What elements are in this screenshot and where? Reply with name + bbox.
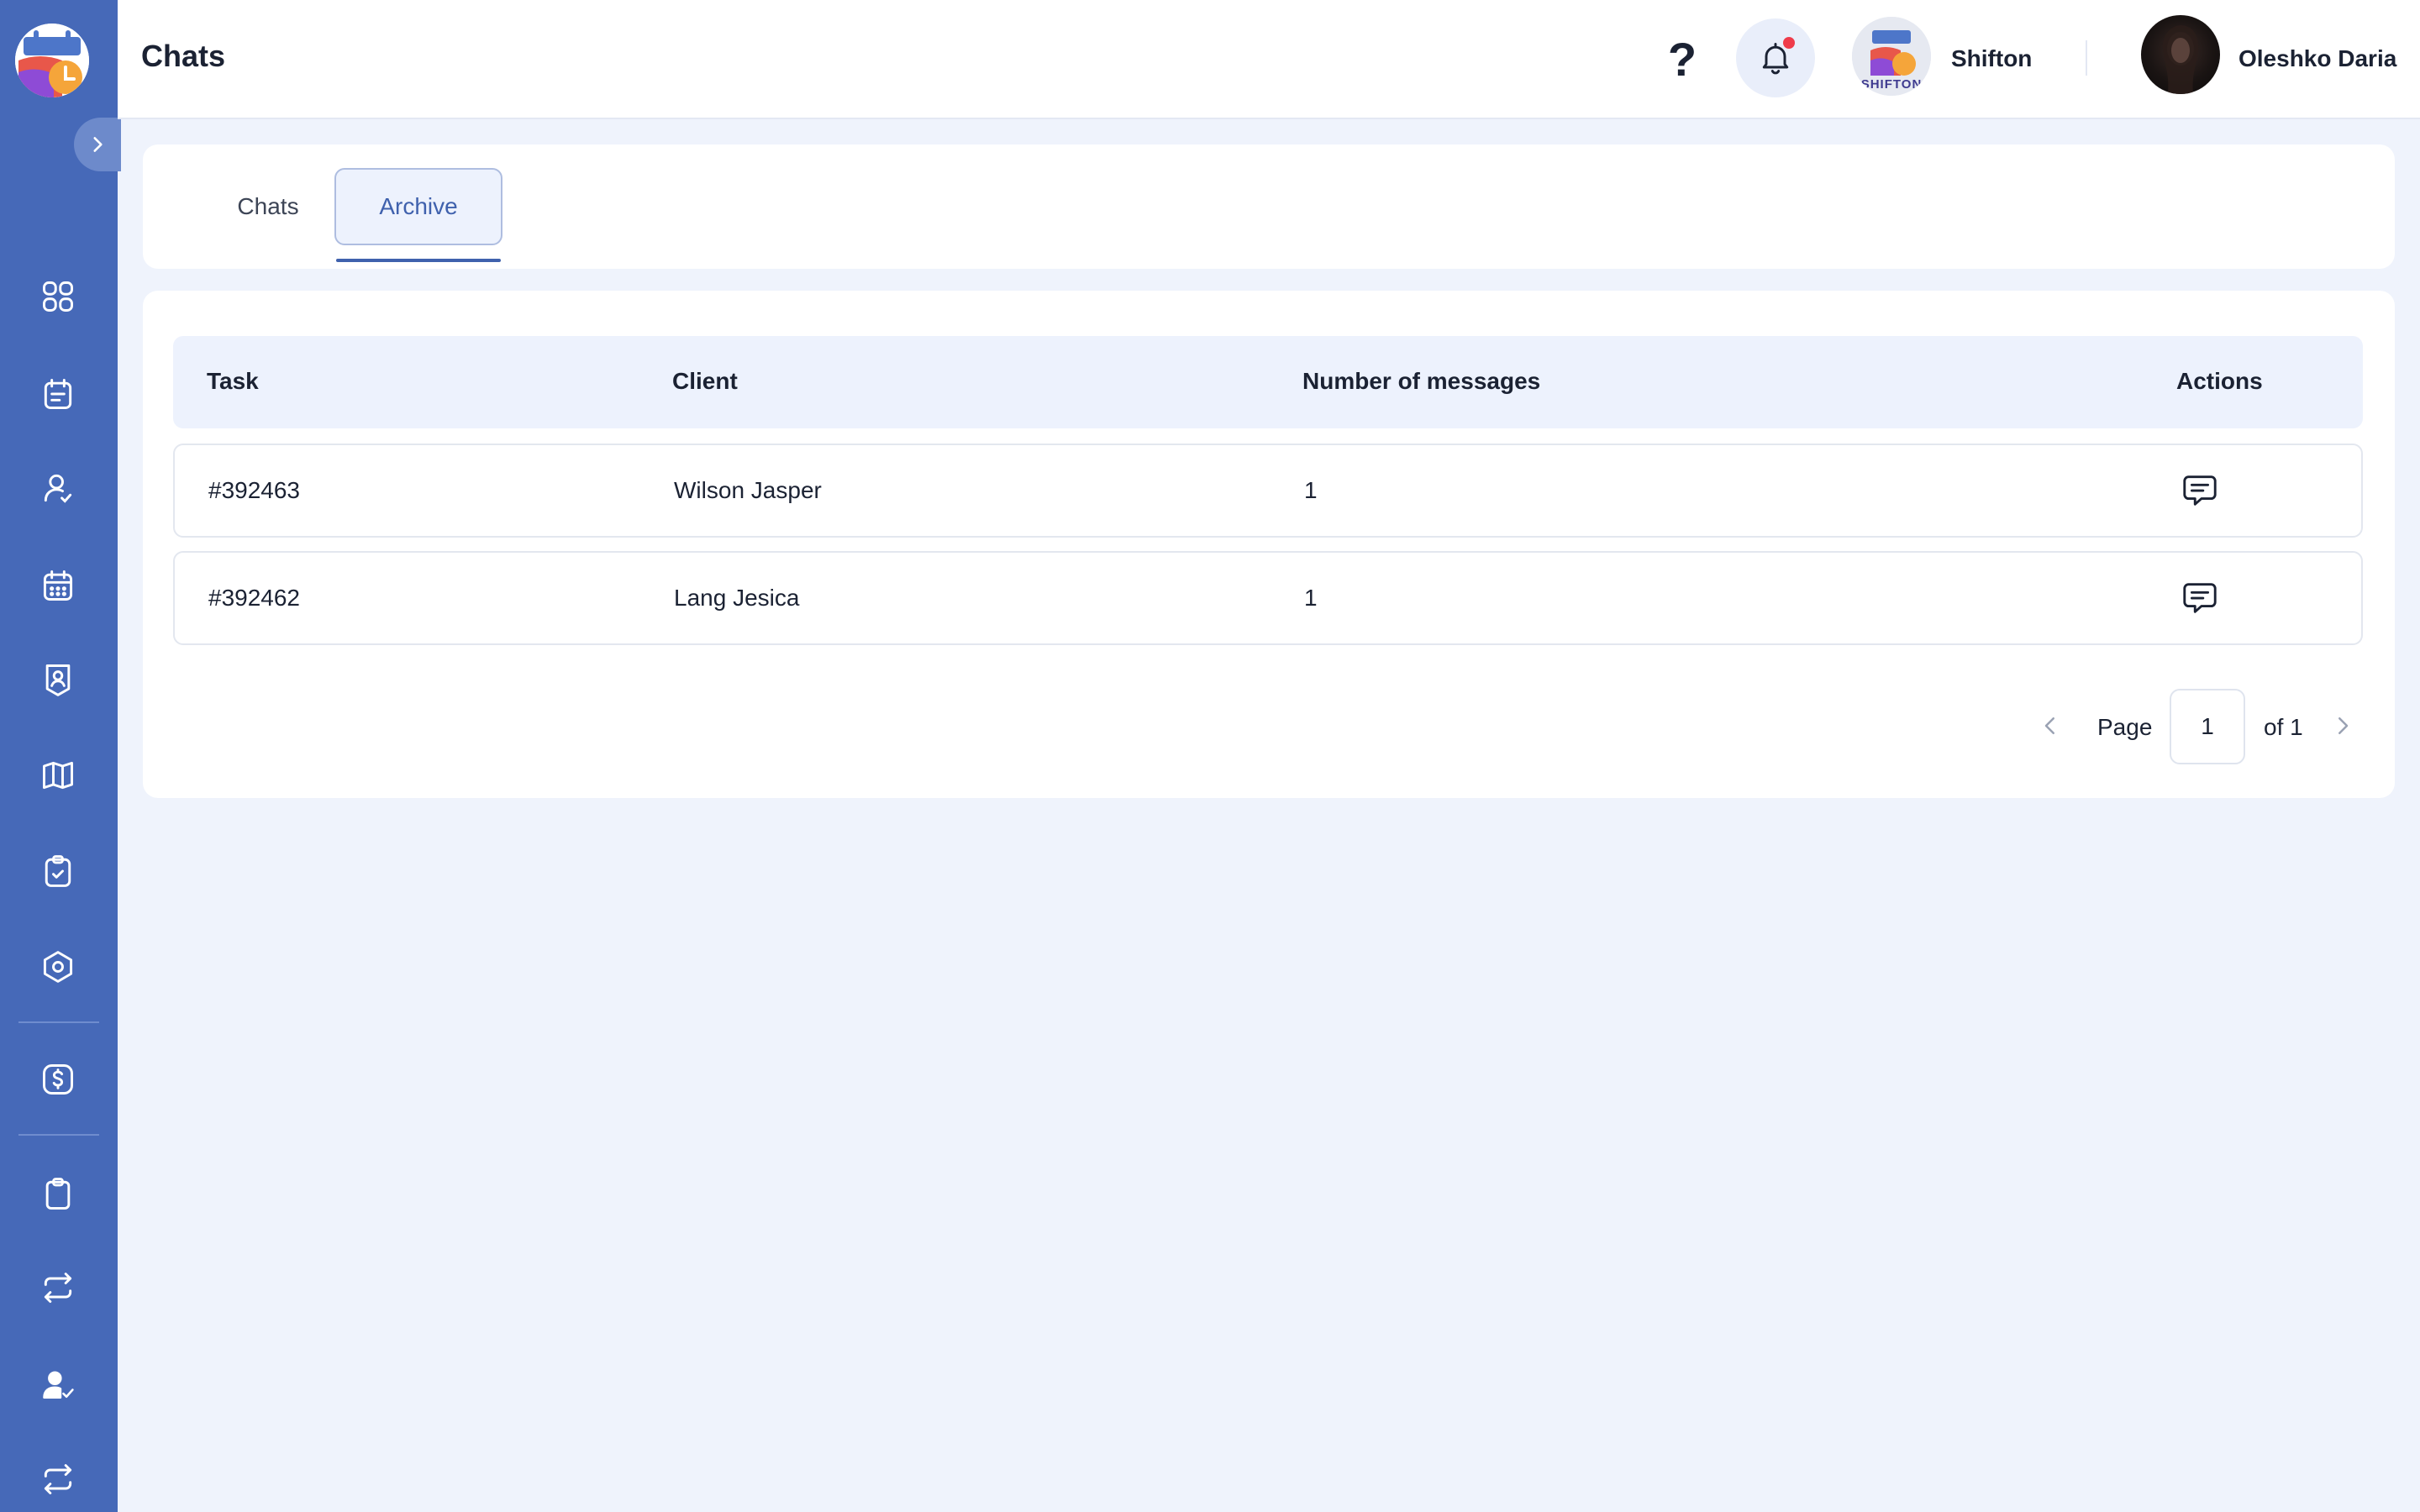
message-count: 1 (1304, 477, 1318, 503)
open-chat-button[interactable] (2180, 578, 2220, 618)
page-total-label: of 1 (2264, 714, 2303, 740)
clipboard-icon (45, 1178, 71, 1210)
user-photo (2162, 25, 2199, 94)
company-avatar[interactable]: SHIFTON (1852, 17, 1931, 96)
dollar-icon (43, 1064, 73, 1095)
dashboard-grid-icon (43, 281, 73, 312)
settings-hexagon-icon (43, 951, 73, 983)
sidebar (0, 0, 121, 1512)
notifications-button[interactable] (1736, 18, 1815, 97)
column-header-messages: Number of messages (1302, 368, 1541, 394)
active-tab-indicator (336, 259, 501, 262)
user-avatar[interactable] (2141, 15, 2220, 94)
column-header-actions: Actions (2176, 368, 2263, 394)
sidebar-item-tasks[interactable] (34, 847, 82, 895)
notes-calendar-icon (44, 379, 72, 409)
task-id: #392463 (208, 477, 301, 503)
client-name: Wilson Jasper (674, 477, 822, 503)
user-check-icon (44, 474, 72, 503)
company-logo-image: SHIFTON (1852, 17, 1931, 96)
calendar-icon (43, 570, 73, 601)
sidebar-divider (18, 1134, 99, 1136)
app-logo[interactable] (15, 24, 89, 97)
column-header-task: Task (207, 368, 259, 394)
exchange-icon (44, 1273, 72, 1303)
help-icon[interactable]: ? (1657, 32, 1707, 86)
sidebar-item-exchange-2[interactable] (34, 1455, 82, 1504)
header-divider (2086, 40, 2087, 76)
tab-chats[interactable]: Chats (188, 168, 348, 245)
open-chat-button[interactable] (2180, 470, 2220, 511)
chevron-right-icon (2338, 717, 2349, 734)
sidebar-item-map[interactable] (34, 751, 82, 800)
archive-table-card: Task Client Number of messages Actions #… (143, 291, 2395, 798)
sidebar-item-exchange[interactable] (34, 1263, 82, 1312)
page-number-input[interactable] (2170, 689, 2245, 764)
tabs-card: Chats Archive (143, 144, 2395, 269)
app-logo-graphic (15, 24, 89, 97)
company-name[interactable]: Shifton (1951, 45, 2032, 72)
sidebar-expand-button[interactable] (74, 118, 121, 171)
map-icon (43, 761, 73, 790)
svg-text:SHIFTON: SHIFTON (1861, 77, 1923, 92)
table-row[interactable]: #392463 Wilson Jasper 1 (173, 444, 2363, 538)
profile-badge-icon (45, 664, 71, 696)
exchange-icon (44, 1464, 72, 1494)
table-header: Task Client Number of messages Actions (173, 336, 2363, 428)
sidebar-item-calendar[interactable] (34, 561, 82, 610)
sidebar-item-reports[interactable] (34, 1169, 82, 1218)
sidebar-item-dashboard[interactable] (34, 272, 82, 321)
client-name: Lang Jesica (674, 585, 800, 611)
chevron-left-icon (2044, 717, 2054, 734)
sidebar-item-settings[interactable] (34, 942, 82, 991)
top-header: Chats ? SHIFTON Shifton Oleshko Daria (118, 0, 2420, 119)
table-row[interactable]: #392462 Lang Jesica 1 (173, 551, 2363, 645)
sidebar-item-notes[interactable] (34, 370, 82, 418)
task-id: #392462 (208, 585, 301, 611)
next-page-button[interactable] (2326, 709, 2360, 743)
previous-page-button[interactable] (2033, 709, 2067, 743)
user-name[interactable]: Oleshko Daria (2238, 45, 2396, 72)
chat-icon (2183, 475, 2217, 506)
sidebar-item-approvals[interactable] (34, 1361, 82, 1410)
page-label: Page (2097, 714, 2153, 740)
chevron-right-icon (93, 137, 103, 152)
page-title: Chats (141, 39, 226, 73)
notification-badge (1783, 37, 1795, 49)
task-check-icon (45, 855, 71, 887)
user-approve-icon (43, 1371, 74, 1399)
column-header-client: Client (672, 368, 738, 394)
tab-archive[interactable]: Archive (334, 168, 502, 245)
sidebar-item-profile[interactable] (34, 655, 82, 704)
message-count: 1 (1304, 585, 1318, 611)
sidebar-divider (18, 1021, 99, 1023)
sidebar-item-employees[interactable] (34, 464, 82, 512)
chat-icon (2183, 583, 2217, 613)
sidebar-item-billing[interactable] (34, 1055, 82, 1104)
